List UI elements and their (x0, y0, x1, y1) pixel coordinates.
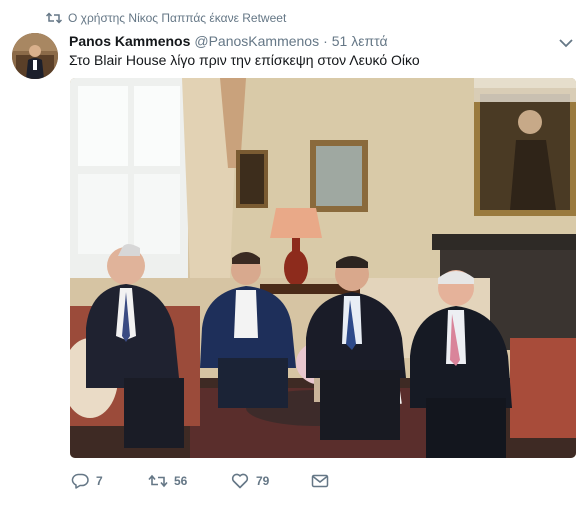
retweet-context-link[interactable]: Ο χρήστης Νίκος Παππάς έκανε Retweet (68, 11, 286, 25)
tweet-header: Panos Kammenos @PanosKammenos · 51 λεπτά (69, 33, 548, 51)
reply-count: 7 (96, 474, 103, 488)
retweet-icon (148, 472, 168, 490)
chevron-down-icon[interactable] (558, 36, 574, 48)
retweet-icon (46, 11, 62, 25)
retweet-count: 56 (174, 474, 188, 488)
retweet-context: Ο χρήστης Νίκος Παππάς έκανε Retweet (46, 10, 286, 26)
reply-button[interactable]: 7 (70, 472, 148, 490)
tweet-photo[interactable] (70, 78, 576, 458)
retweet-button[interactable]: 56 (148, 472, 230, 490)
avatar[interactable] (12, 33, 58, 79)
header-separator: · (323, 33, 328, 49)
like-button[interactable]: 79 (230, 472, 310, 490)
like-count: 79 (256, 474, 270, 488)
heart-icon (230, 472, 250, 490)
author-fullname[interactable]: Panos Kammenos (69, 33, 190, 49)
direct-message-button[interactable] (310, 472, 330, 490)
tweet-timestamp[interactable]: 51 λεπτά (332, 33, 388, 49)
reply-icon (70, 472, 90, 490)
tweet-actions: 7 56 79 (70, 470, 330, 492)
tweet-text: Στο Blair House λίγο πριν την επίσκεψη σ… (69, 52, 420, 68)
envelope-icon (310, 472, 330, 490)
author-username[interactable]: @PanosKammenos (194, 33, 319, 49)
